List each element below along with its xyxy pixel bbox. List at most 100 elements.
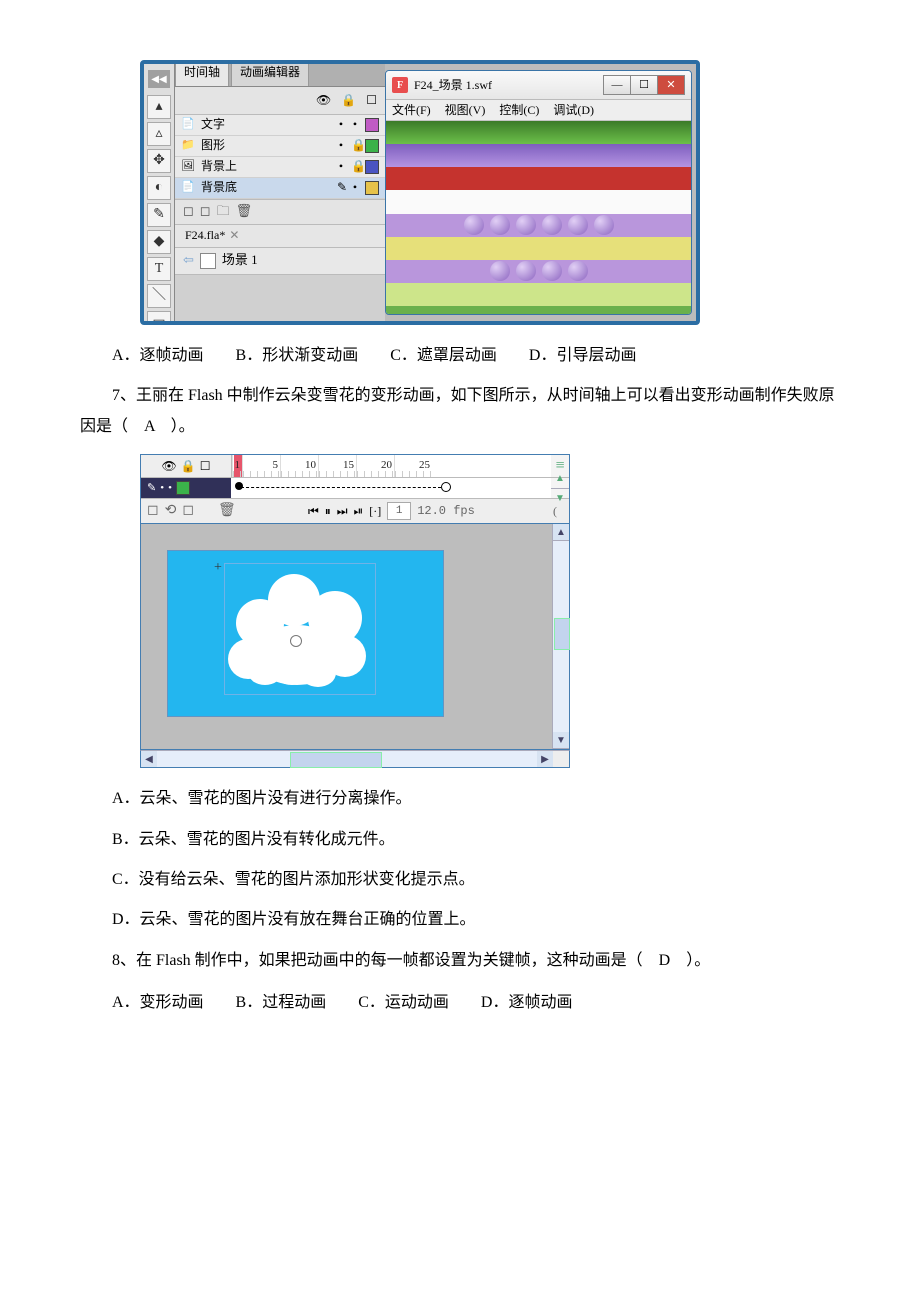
goto-last-icon[interactable]: ⏯ (354, 500, 364, 523)
lock-icon[interactable]: 🔒 (181, 455, 196, 478)
flash-layers-screenshot: ◀◀ ▴ ▵ ✥ ◐ ✎ ◆ T ＼ ▭ 时间轴 动画编辑器 👁 🔒 ☐ 📄 文… (140, 60, 700, 325)
band-red (386, 167, 691, 190)
layer-lock-dot[interactable]: • (351, 176, 359, 199)
selection-tool-icon[interactable]: ▴ (147, 95, 171, 119)
collapse-icon[interactable]: ◀◀ (148, 70, 170, 88)
timeline-panel: 👁 🔒 ☐ 1 5 10 15 20 25 ≡ ✎ • • (140, 454, 570, 524)
free-transform-tool-icon[interactable]: ✥ (147, 149, 171, 173)
layer-footer: ◻ ◻ 🗀 🗑 (175, 199, 385, 225)
tick-label: 20 (356, 455, 394, 477)
new-folder-icon[interactable]: ◻ (200, 199, 211, 224)
outline-icon[interactable]: ☐ (200, 455, 211, 478)
text-tool-icon[interactable]: T (147, 257, 171, 281)
pencil-icon: ✎ (147, 478, 156, 499)
center-frame-icon[interactable]: [·] (369, 500, 381, 523)
folder-icon: 📁 (181, 139, 195, 153)
layer-row[interactable]: 🖼 背景上 • 🔒 (175, 157, 385, 178)
stage-grey-area (175, 275, 385, 321)
layer-row[interactable]: 📁 图形 • 🔒 (175, 136, 385, 157)
grape-icon (568, 261, 588, 281)
keyframe-hollow-icon[interactable] (441, 482, 451, 492)
layer-lock-icon[interactable]: 🔒 (351, 155, 359, 178)
minimize-icon[interactable]: — (603, 75, 630, 95)
lock-icon[interactable]: 🔒 (341, 89, 356, 112)
vertical-scrollbar[interactable]: ▲ ▼ (552, 524, 569, 749)
scene-label[interactable]: 场景 1 (222, 248, 258, 273)
trash-icon[interactable]: 🗑 (218, 498, 236, 525)
step-back-icon[interactable]: ⏸ (325, 500, 331, 523)
cloud-shape[interactable] (228, 569, 368, 687)
rectangle-tool-icon[interactable]: ▭ (147, 311, 171, 325)
trash-icon[interactable]: 🗑 (236, 199, 253, 224)
layer-lock-icon[interactable]: 🔒 (351, 134, 359, 157)
flash-timeline-screenshot: www.bdbox.com 👁 🔒 ☐ 1 5 10 15 20 25 ≡ ✎ … (140, 454, 570, 768)
scroll-track[interactable] (553, 541, 569, 732)
q7-option-b: B．云朵、雪花的图片没有转化成元件。 (80, 825, 840, 855)
center-column: 时间轴 动画编辑器 👁 🔒 ☐ 📄 文字 • • 📁 图形 • 🔒 🖼 背景上 … (175, 64, 385, 321)
band-grapes (386, 214, 691, 237)
menu-control[interactable]: 控制(C) (499, 99, 539, 122)
scroll-left-icon[interactable]: ◀ (141, 751, 157, 767)
tab-timeline[interactable]: 时间轴 (175, 60, 229, 86)
ruler-ticks[interactable]: 1 5 10 15 20 25 (232, 455, 551, 477)
step-fwd-icon[interactable]: ⏭ (337, 500, 348, 523)
q7-text: 7、王丽在 Flash 中制作云朵变雪花的变形动画，如下图所示，从时间轴上可以看… (80, 381, 840, 442)
new-motion-icon[interactable]: 🗀 (217, 199, 230, 224)
new-folder-icon[interactable]: ◻ (182, 498, 194, 525)
menu-debug[interactable]: 调试(D) (553, 99, 594, 122)
subselect-tool-icon[interactable]: ▵ (147, 122, 171, 146)
motion-guide-icon[interactable]: ⟲ (165, 498, 177, 525)
goto-first-icon[interactable]: ⏮ (308, 500, 319, 523)
pencil-icon[interactable]: ✎ (337, 176, 345, 199)
eye-icon[interactable]: 👁 (316, 89, 331, 112)
new-layer-icon[interactable]: ◻ (147, 498, 159, 525)
swf-canvas (386, 121, 691, 314)
frames-strip[interactable] (231, 478, 551, 498)
scroll-up-icon[interactable]: ▲ (551, 469, 569, 489)
document-tab[interactable]: F24.fla* ✕ (175, 225, 385, 248)
maximize-icon[interactable]: ☐ (630, 75, 657, 95)
q7-option-a: A．云朵、雪花的图片没有进行分离操作。 (80, 784, 840, 814)
scroll-down-icon[interactable]: ▼ (553, 732, 569, 749)
ruler-header: 👁 🔒 ☐ (141, 455, 232, 477)
line-tool-icon[interactable]: ＼ (147, 284, 171, 308)
scroll-right-icon[interactable]: ▶ (537, 751, 553, 767)
scroll-up-icon[interactable]: ▲ (553, 524, 569, 541)
tick-label: 1 (232, 455, 242, 477)
close-icon[interactable]: ✕ (657, 75, 685, 95)
new-layer-icon[interactable]: ◻ (183, 199, 194, 224)
swf-menubar: 文件(F) 视图(V) 控制(C) 调试(D) (386, 100, 691, 121)
menu-file[interactable]: 文件(F) (392, 99, 431, 122)
outline-icon[interactable]: ☐ (366, 89, 377, 112)
layer-visible-dot[interactable]: • (337, 134, 345, 157)
layer-visible-dot[interactable]: • (337, 155, 345, 178)
current-frame: 1 (387, 502, 411, 520)
layer-chip[interactable]: ✎ • • (141, 478, 231, 498)
grape-icon (568, 215, 588, 235)
pen-tool-icon[interactable]: ✎ (147, 203, 171, 227)
menu-view[interactable]: 视图(V) (445, 99, 486, 122)
registration-cross-icon: + (214, 555, 222, 582)
layer-row-selected[interactable]: 📄 背景底 ✎ • (175, 178, 385, 199)
scene-icon (200, 253, 216, 269)
layer-lock-dot[interactable]: • (351, 113, 359, 136)
tab-motion-editor[interactable]: 动画编辑器 (231, 60, 309, 86)
scroll-thumb[interactable] (554, 618, 570, 650)
scroll-track[interactable] (157, 751, 537, 767)
layer-visible-dot[interactable]: • (337, 113, 345, 136)
scroll-thumb[interactable] (290, 752, 382, 768)
q7-option-c: C．没有给云朵、雪花的图片添加形状变化提示点。 (80, 865, 840, 895)
horizontal-scrollbar[interactable]: ◀ ▶ (140, 750, 570, 768)
close-icon[interactable]: ✕ (229, 224, 239, 247)
layer-row[interactable]: 📄 文字 • • (175, 115, 385, 136)
stage-canvas[interactable]: + (167, 550, 444, 717)
eye-icon[interactable]: 👁 (162, 455, 177, 478)
stage-pasteboard: + (149, 532, 532, 741)
back-icon[interactable]: ⇦ (183, 248, 194, 273)
lasso-tool-icon[interactable]: ◐ (147, 176, 171, 200)
grape-icon (490, 215, 510, 235)
paint-bucket-tool-icon[interactable]: ◆ (147, 230, 171, 254)
grape-icon (516, 261, 536, 281)
panel-tabs: 时间轴 动画编辑器 (175, 64, 385, 87)
layer-type-icon: 📄 (181, 118, 195, 132)
